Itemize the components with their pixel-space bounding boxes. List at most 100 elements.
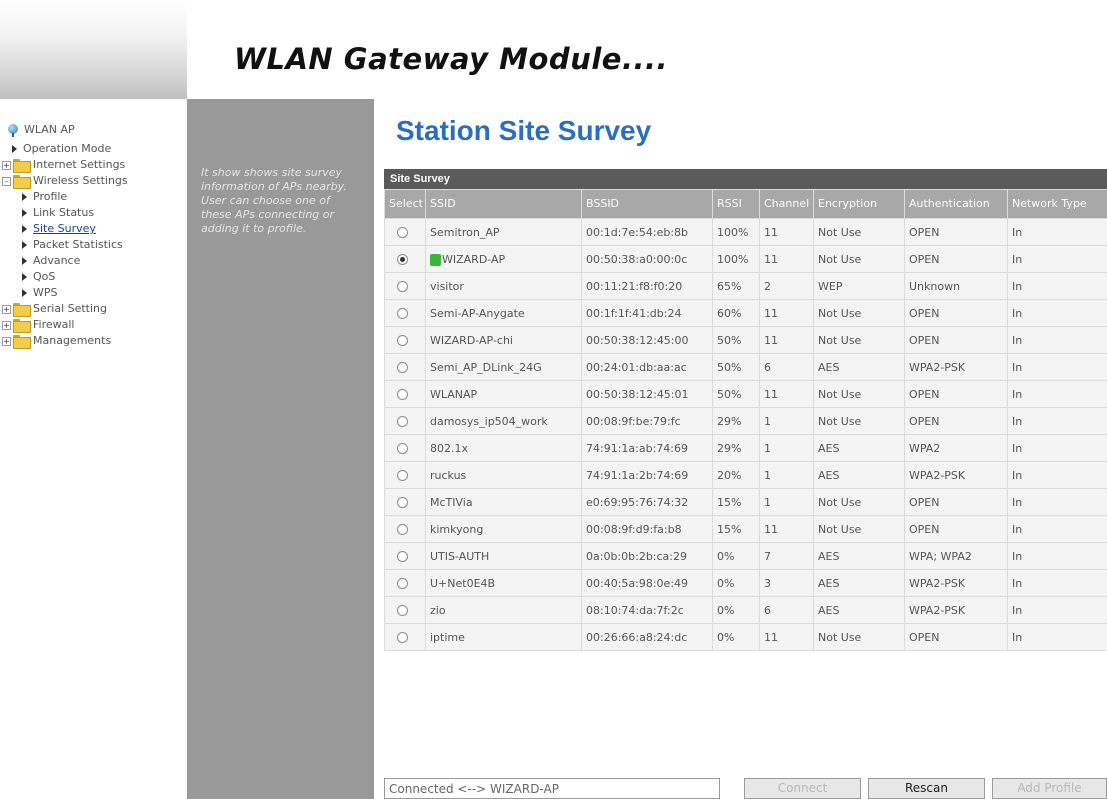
- ssid-text: ruckus: [430, 468, 467, 482]
- expand-icon[interactable]: +: [2, 336, 11, 346]
- encryption-text: Not Use: [818, 387, 862, 401]
- table-row[interactable]: zio 08:10:74:da:7f:2c 0% 6 AES WPA2-PSK In: [385, 597, 1107, 623]
- select-radio[interactable]: [397, 632, 408, 643]
- rssi-cell: 15%: [713, 489, 759, 515]
- auth-cell: OPEN: [905, 624, 1007, 650]
- ssid-cell: damosys_ip504_work: [426, 408, 581, 434]
- select-radio[interactable]: [397, 497, 408, 508]
- encryption-cell: AES: [814, 597, 904, 623]
- connection-status-field[interactable]: [384, 778, 720, 799]
- tree-root[interactable]: WLAN AP: [8, 122, 75, 138]
- ssid-text: 802.1x: [430, 441, 469, 455]
- rssi-text: 50%: [717, 360, 742, 374]
- channel-text: 11: [764, 252, 778, 266]
- table-row[interactable]: WIZARD-AP-chi 00:50:38:12:45:00 50% 11 Not U…: [385, 327, 1107, 353]
- table-row[interactable]: WIZARD-AP 00:50:38:a0:00:0c 100% 11 Not Use O…: [385, 246, 1107, 272]
- select-radio[interactable]: [397, 605, 408, 616]
- auth-text: OPEN: [909, 252, 940, 266]
- rssi-text: 20%: [717, 468, 742, 482]
- table-row[interactable]: Semi-AP-Anygate 00:1f:1f:41:db:24 60% 11 Not…: [385, 300, 1107, 326]
- site-survey-caption: Site Survey: [384, 169, 1107, 189]
- select-radio[interactable]: [397, 335, 408, 346]
- auth-text: OPEN: [909, 630, 940, 644]
- rssi-text: 15%: [717, 522, 742, 536]
- tree-item-link-status[interactable]: Link Status: [22, 205, 94, 221]
- tree-item-operation-mode[interactable]: Operation Mode: [12, 141, 111, 157]
- add-profile-button[interactable]: Add Profile: [992, 778, 1107, 799]
- bssid-cell: 00:08:9f:d9:fa:b8: [582, 516, 712, 542]
- bssid-text: 00:26:66:a8:24:dc: [586, 630, 688, 644]
- tree-item-wireless-settings[interactable]: - Wireless Settings: [2, 173, 128, 189]
- select-radio[interactable]: [397, 443, 408, 454]
- tree-item-site-survey[interactable]: Site Survey: [22, 221, 96, 237]
- select-radio[interactable]: [397, 416, 408, 427]
- tree-item-firewall[interactable]: + Firewall: [2, 317, 74, 333]
- table-row[interactable]: Semi_AP_DLink_24G 00:24:01:db:aa:ac 50% 6 AE…: [385, 354, 1107, 380]
- rescan-button[interactable]: Rescan: [868, 778, 985, 799]
- select-cell: [385, 624, 425, 650]
- network-type-cell: In: [1008, 354, 1107, 380]
- table-row[interactable]: iptime 00:26:66:a8:24:dc 0% 11 Not Use OPEN In: [385, 624, 1107, 650]
- collapse-icon[interactable]: -: [2, 176, 11, 186]
- connected-icon: [430, 253, 441, 266]
- tree-item-managements[interactable]: + Managements: [2, 333, 111, 349]
- expand-icon[interactable]: +: [2, 304, 11, 314]
- table-row[interactable]: ruckus 74:91:1a:2b:74:69 20% 1 AES WPA2-PSK In: [385, 462, 1107, 488]
- select-radio[interactable]: [397, 470, 408, 481]
- select-radio[interactable]: [397, 362, 408, 373]
- select-radio[interactable]: [397, 308, 408, 319]
- table-row[interactable]: Semitron_AP 00:1d:7e:54:eb:8b 100% 11 Not Us…: [385, 219, 1107, 245]
- help-panel: It show shows site survey information of…: [187, 99, 374, 799]
- encryption-cell: AES: [814, 462, 904, 488]
- select-radio[interactable]: [397, 524, 408, 535]
- site-survey-panel: Site Survey Select SSID BSSID RSSI Channel En…: [384, 169, 1107, 651]
- tree-item-packet-statistics[interactable]: Packet Statistics: [22, 237, 123, 253]
- rssi-text: 60%: [717, 306, 742, 320]
- table-row[interactable]: UTIS-AUTH 0a:0b:0b:2b:ca:29 0% 7 AES WPA; WPA…: [385, 543, 1107, 569]
- select-cell: [385, 408, 425, 434]
- tree-item-serial-setting[interactable]: + Serial Setting: [2, 301, 107, 317]
- connect-button[interactable]: Connect: [744, 778, 861, 799]
- column-header-authentication: Authentication: [905, 190, 1007, 218]
- tree-item-label: Wireless Settings: [33, 174, 128, 187]
- table-row[interactable]: U+Net0E4B 00:40:5a:98:0e:49 0% 3 AES WPA2-PSK…: [385, 570, 1107, 596]
- select-radio[interactable]: [397, 227, 408, 238]
- channel-cell: 11: [760, 219, 813, 245]
- page-arrow-icon: [22, 225, 27, 233]
- select-cell: [385, 435, 425, 461]
- select-cell: [385, 570, 425, 596]
- bssid-cell: 00:50:38:a0:00:0c: [582, 246, 712, 272]
- column-header-select: Select: [385, 190, 425, 218]
- table-row[interactable]: 802.1x 74:91:1a:ab:74:69 29% 1 AES WPA2 In: [385, 435, 1107, 461]
- select-radio[interactable]: [397, 578, 408, 589]
- auth-text: OPEN: [909, 333, 940, 347]
- expand-icon[interactable]: +: [2, 160, 11, 170]
- channel-cell: 1: [760, 489, 813, 515]
- table-row[interactable]: WLANAP 00:50:38:12:45:01 50% 11 Not Use OPEN I…: [385, 381, 1107, 407]
- table-body: Semitron_AP 00:1d:7e:54:eb:8b 100% 11 Not Us…: [385, 219, 1107, 650]
- encryption-text: AES: [818, 603, 840, 617]
- network-type-cell: In: [1008, 489, 1107, 515]
- bssid-cell: 74:91:1a:2b:74:69: [582, 462, 712, 488]
- table-row[interactable]: visitor 00:11:21:f8:f0:20 65% 2 WEP Unknown In: [385, 273, 1107, 299]
- select-radio[interactable]: [397, 281, 408, 292]
- expand-icon[interactable]: +: [2, 320, 11, 330]
- tree-item-profile[interactable]: Profile: [22, 189, 67, 205]
- site-survey-table: Select SSID BSSID RSSI Channel Encryption Auth…: [384, 189, 1107, 651]
- ssid-text: Semi_AP_DLink_24G: [430, 360, 542, 374]
- tree-item-wps[interactable]: WPS: [22, 285, 58, 301]
- tree-item-qos[interactable]: QoS: [22, 269, 55, 285]
- tree-item-internet-settings[interactable]: + Internet Settings: [2, 157, 125, 173]
- auth-text: OPEN: [909, 414, 940, 428]
- table-row[interactable]: kimkyong 00:08:9f:d9:fa:b8 15% 11 Not Use OPE…: [385, 516, 1107, 542]
- select-radio[interactable]: [397, 551, 408, 562]
- auth-text: OPEN: [909, 495, 940, 509]
- select-radio[interactable]: [397, 389, 408, 400]
- select-radio[interactable]: [397, 254, 408, 265]
- network-type-text: In: [1012, 225, 1023, 239]
- table-row[interactable]: damosys_ip504_work 00:08:9f:be:79:fc 29% 1 N…: [385, 408, 1107, 434]
- rssi-text: 100%: [717, 252, 749, 266]
- table-row[interactable]: McTIVia e0:69:95:76:74:32 15% 1 Not Use OPEN I…: [385, 489, 1107, 515]
- channel-cell: 11: [760, 624, 813, 650]
- tree-item-advance[interactable]: Advance: [22, 253, 80, 269]
